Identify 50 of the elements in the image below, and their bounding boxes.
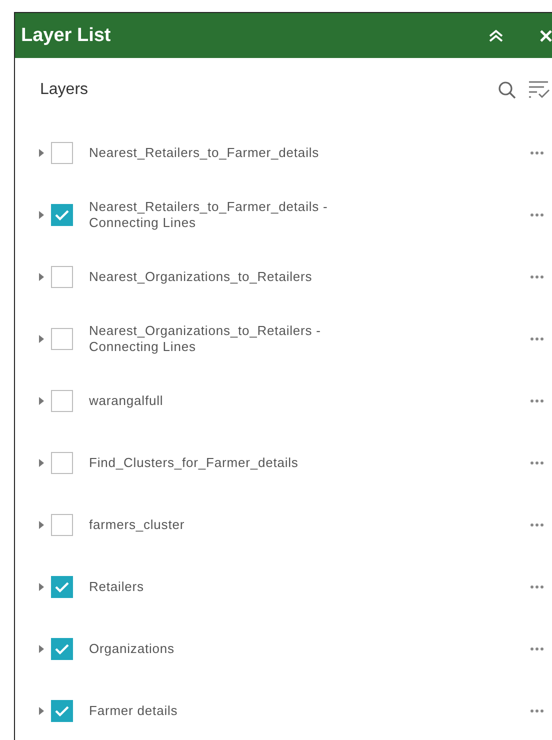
section-title: Layers — [40, 81, 90, 99]
layer-checkbox[interactable] — [51, 328, 73, 350]
check-icon — [54, 643, 70, 655]
expand-icon[interactable] — [39, 459, 44, 467]
layer-name: Organizations — [89, 641, 176, 657]
layer-name: Nearest_Organizations_to_Retailers — [89, 269, 314, 285]
expand-icon[interactable] — [39, 397, 44, 405]
check-icon — [54, 705, 70, 717]
layer-checkbox[interactable] — [51, 576, 73, 598]
panel-title: Layer List — [21, 24, 112, 46]
close-icon[interactable] — [540, 30, 552, 42]
collapse-icon[interactable] — [488, 28, 504, 42]
expand-icon[interactable] — [39, 583, 44, 591]
layer-checkbox[interactable] — [51, 204, 73, 226]
expand-icon[interactable] — [39, 707, 44, 715]
more-options-icon[interactable] — [530, 337, 544, 341]
more-options-icon[interactable] — [530, 275, 544, 279]
more-options-icon[interactable] — [530, 523, 544, 527]
more-options-icon[interactable] — [530, 213, 544, 217]
expand-icon[interactable] — [39, 335, 44, 343]
check-icon — [54, 209, 70, 221]
more-options-icon[interactable] — [530, 647, 544, 651]
more-options-icon[interactable] — [530, 399, 544, 403]
layer-checkbox[interactable] — [51, 452, 73, 474]
more-options-icon[interactable] — [530, 461, 544, 465]
expand-icon[interactable] — [39, 149, 44, 157]
layer-name: warangalfull — [89, 393, 164, 409]
layer-name: farmers_cluster — [89, 517, 186, 533]
layer-name: Nearest_Organizations_to_Retailers - Connecting Lines — [89, 323, 322, 355]
more-options-icon[interactable] — [530, 709, 544, 713]
layer-checkbox[interactable] — [51, 638, 73, 660]
check-icon — [54, 581, 70, 593]
more-options-icon[interactable] — [530, 585, 544, 589]
layer-name: Find_Clusters_for_Farmer_details — [89, 455, 300, 471]
layer-checkbox[interactable] — [51, 700, 73, 722]
expand-icon[interactable] — [39, 521, 44, 529]
layer-name: Farmer details — [89, 703, 179, 719]
expand-icon[interactable] — [39, 211, 44, 219]
search-icon[interactable] — [498, 81, 516, 99]
layer-checkbox[interactable] — [51, 390, 73, 412]
layer-checkbox[interactable] — [51, 514, 73, 536]
layer-name: Retailers — [89, 579, 145, 595]
layer-checkbox[interactable] — [51, 142, 73, 164]
expand-icon[interactable] — [39, 645, 44, 653]
layer-name: Nearest_Retailers_to_Farmer_details — [89, 145, 320, 161]
more-options-icon[interactable] — [530, 151, 544, 155]
layer-checkbox[interactable] — [51, 266, 73, 288]
filter-icon[interactable] — [528, 80, 550, 100]
expand-icon[interactable] — [39, 273, 44, 281]
layer-name: Nearest_Retailers_to_Farmer_details - Connecting Lines — [89, 199, 329, 231]
